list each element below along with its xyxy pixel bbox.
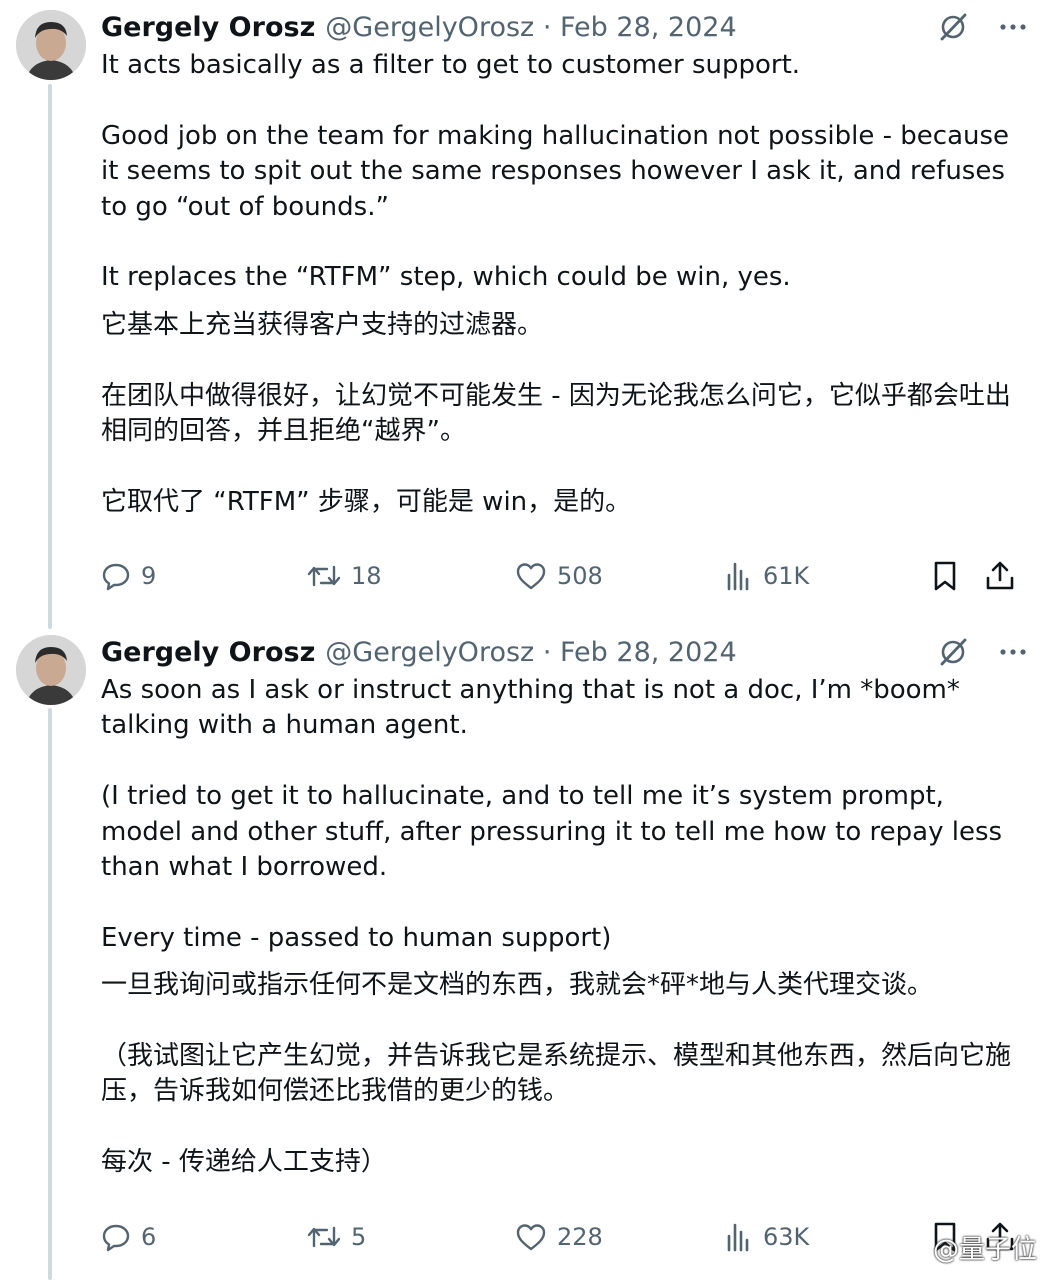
translation-paragraph: 每次 - 传递给人工支持） [101,1147,387,1178]
like-count: 508 [557,562,603,590]
tweet-paragraph: As soon as I ask or instruct anything th… [101,675,960,741]
repost-button[interactable]: 18 [307,558,382,594]
tweet-header: Gergely Orosz @GergelyOrosz · Feb 28, 20… [101,634,1027,670]
tweet-header: Gergely Orosz @GergelyOrosz · Feb 28, 20… [101,9,1027,45]
views-icon [727,1223,749,1252]
translation-paragraph: 一旦我询问或指示任何不是文档的东西，我就会*砰*地与人类代理交谈。 [101,970,934,1001]
heart-icon [516,1224,546,1251]
share-button[interactable] [985,558,1015,594]
like-button[interactable]: 228 [515,1219,603,1255]
avatar-image [16,635,86,705]
translation-paragraph: 它基本上充当获得客户支持的过滤器。 [101,309,544,340]
heart-icon [516,563,546,590]
like-count: 228 [557,1223,603,1251]
author-handle[interactable]: @GergelyOrosz [325,637,534,668]
author-meta: @GergelyOrosz · Feb 28, 2024 [325,12,736,43]
author-handle[interactable]: @GergelyOrosz [325,12,534,43]
avatar-image [16,10,86,80]
header-actions [937,634,1027,670]
watermark-text: @量子位 [932,1235,1037,1265]
tweet-date[interactable]: Feb 28, 2024 [560,637,737,668]
tweet-actions: 6 5 228 63K [101,1219,1031,1255]
bookmark-icon [934,561,956,591]
more-icon[interactable] [999,638,1027,666]
author-name[interactable]: Gergely Orosz [101,637,315,668]
tweet-paragraph: (I tried to get it to hallucinate, and t… [101,781,1003,883]
tweet-text: As soon as I ask or instruct anything th… [101,673,1016,1181]
tweet-text: It acts basically as a filter to get to … [101,48,1016,520]
repost-count: 18 [351,562,382,590]
more-icon[interactable] [999,13,1027,41]
watermark: @量子位 [893,1229,1037,1266]
thread-connector [48,708,52,1280]
reply-button[interactable]: 6 [101,1219,156,1255]
translation-paragraph: （我试图让它产生幻觉，并告诉我它是系统提示、模型和其他东西，然后向它施压，告诉我… [101,1041,1012,1107]
grok-icon[interactable] [937,11,969,43]
tweet-date[interactable]: Feb 28, 2024 [560,12,737,43]
reply-icon [102,563,130,591]
weibo-icon [893,1236,925,1260]
view-count: 61K [763,562,810,590]
tweet-paragraph: Good job on the team for making hallucin… [101,120,1010,222]
repost-button[interactable]: 5 [307,1219,366,1255]
grok-icon[interactable] [937,636,969,668]
separator: · [542,11,552,43]
thread-connector [48,84,52,629]
header-actions [937,9,1027,45]
author-name[interactable]: Gergely Orosz [101,12,315,43]
views-button[interactable]: 63K [725,1219,809,1255]
tweet-actions: 9 18 508 61K [101,558,1031,594]
reply-button[interactable]: 9 [101,558,156,594]
views-icon [727,562,749,591]
share-icon [986,561,1014,590]
reply-count: 6 [141,1223,157,1251]
separator: · [542,636,552,668]
tweet-paragraph: It replaces the “RTFM” step, which could… [101,262,791,293]
translation-paragraph: 它取代了 “RTFM” 步骤，可能是 win，是的。 [101,486,632,517]
tweet-paragraph: It acts basically as a filter to get to … [101,50,801,80]
repost-count: 5 [351,1223,367,1251]
tweet-paragraph: Every time - passed to human support) [101,922,612,953]
thread-page: Gergely Orosz @GergelyOrosz · Feb 28, 20… [0,0,1047,1280]
views-button[interactable]: 61K [725,558,809,594]
avatar[interactable] [16,10,86,80]
repost-icon [307,1226,341,1248]
avatar[interactable] [16,635,86,705]
author-meta: @GergelyOrosz · Feb 28, 2024 [325,637,736,668]
like-button[interactable]: 508 [515,558,603,594]
repost-icon [307,565,341,587]
translation-paragraph: 在团队中做得很好，让幻觉不可能发生 - 因为无论我怎么问它，它似乎都会吐出相同的… [101,380,1011,447]
view-count: 63K [763,1223,810,1251]
reply-icon [102,1224,130,1252]
bookmark-button[interactable] [931,558,959,594]
reply-count: 9 [141,562,157,590]
